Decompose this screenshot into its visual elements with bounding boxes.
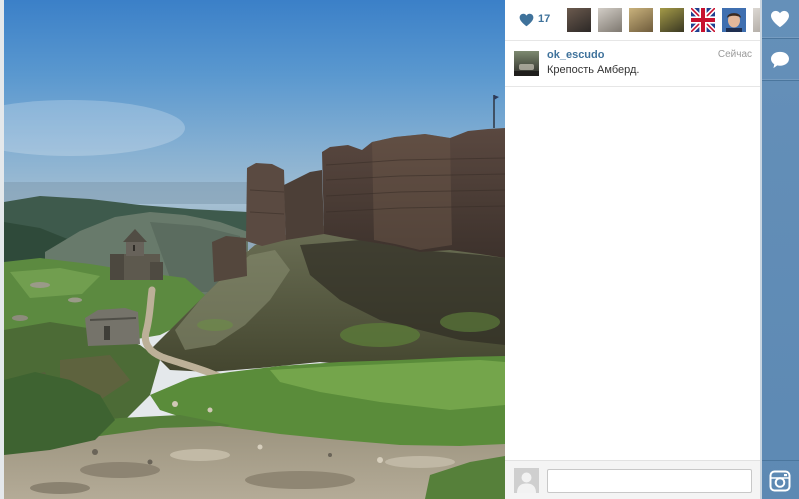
stone bbox=[207, 407, 213, 413]
plateau-rock bbox=[12, 315, 28, 321]
ground-patch bbox=[385, 456, 455, 468]
heart-icon bbox=[519, 13, 534, 27]
stone bbox=[172, 401, 178, 407]
author-username[interactable]: ok_escudo bbox=[547, 49, 604, 62]
liker-avatar[interactable] bbox=[753, 8, 760, 32]
plateau-rock bbox=[30, 282, 50, 288]
caption-comment: ok_escudo Сейчас Крепость Амберд. bbox=[505, 41, 760, 87]
post-timestamp: Сейчас bbox=[717, 49, 752, 60]
heart-icon bbox=[771, 10, 789, 28]
comment-input[interactable] bbox=[547, 469, 752, 493]
liker-avatar[interactable] bbox=[598, 8, 622, 32]
portrait-avatar[interactable] bbox=[722, 8, 746, 32]
landscape bbox=[4, 0, 505, 499]
stone bbox=[147, 459, 153, 465]
liker-avatar[interactable] bbox=[629, 8, 653, 32]
default-avatar-icon bbox=[514, 468, 539, 493]
photo-left-edge bbox=[0, 0, 4, 499]
union-jack-avatar[interactable] bbox=[691, 8, 715, 32]
instagram-icon bbox=[769, 470, 791, 492]
church-window bbox=[133, 245, 135, 251]
stone bbox=[377, 457, 383, 463]
hill-grass bbox=[197, 319, 233, 331]
church-shadow-side bbox=[110, 254, 124, 280]
church-annex bbox=[150, 262, 163, 280]
portrait-image bbox=[722, 8, 746, 32]
fortress-tower bbox=[246, 163, 286, 246]
ruins-walls bbox=[85, 308, 140, 346]
post-info-panel: 17 ok_escudo Сейчас Крепость Амберд. bbox=[505, 0, 760, 499]
instagram-viewer: 17 ok_escudo Сейчас Крепость Амберд. bbox=[0, 0, 799, 499]
ground-patch bbox=[30, 482, 90, 494]
liker-avatar[interactable] bbox=[660, 8, 684, 32]
author-avatar[interactable] bbox=[514, 51, 539, 76]
hill-grass bbox=[440, 312, 500, 332]
comment-icon bbox=[771, 51, 789, 69]
comment-button[interactable] bbox=[762, 39, 799, 81]
stone bbox=[328, 453, 332, 457]
likes-bar: 17 bbox=[505, 0, 760, 41]
ground-patch bbox=[80, 462, 160, 478]
stone bbox=[92, 449, 98, 455]
liker-avatar[interactable] bbox=[567, 8, 591, 32]
caption-text: Крепость Амберд. bbox=[547, 64, 640, 76]
post-photo[interactable] bbox=[0, 0, 505, 499]
ground-patch bbox=[170, 449, 230, 461]
stone bbox=[257, 444, 263, 450]
plateau-rock bbox=[68, 297, 82, 303]
ground-patch bbox=[245, 471, 355, 489]
likes-count[interactable]: 17 bbox=[538, 13, 550, 26]
likers-list bbox=[567, 8, 760, 32]
hill-grass bbox=[340, 323, 420, 347]
ruins bbox=[85, 308, 140, 346]
instagram-link[interactable] bbox=[762, 460, 799, 499]
comment-composer bbox=[505, 460, 760, 499]
action-sidebar bbox=[760, 0, 799, 499]
ruins-gap bbox=[104, 326, 110, 340]
like-button[interactable] bbox=[762, 0, 799, 39]
wall-fragment bbox=[212, 236, 247, 282]
union-jack-flag bbox=[691, 8, 715, 32]
